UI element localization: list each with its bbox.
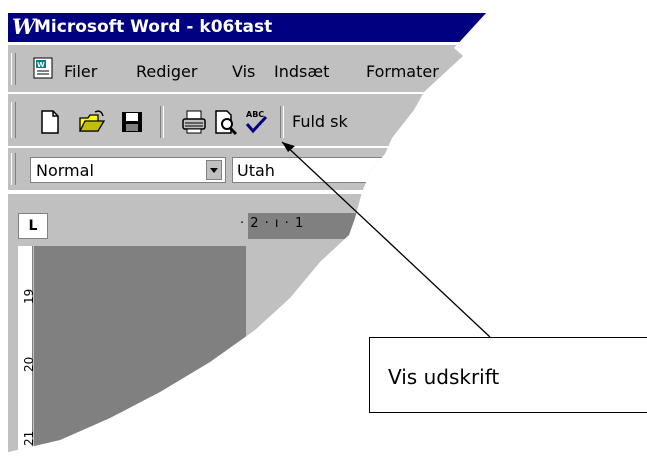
document-menu-icon[interactable]: W <box>32 56 56 80</box>
svg-text:ABC: ABC <box>246 110 264 119</box>
style-dropdown-arrow[interactable] <box>206 160 222 180</box>
tab-selector-button[interactable]: L <box>18 213 48 239</box>
print-icon[interactable] <box>180 108 208 136</box>
toolbar-separator <box>160 106 164 138</box>
save-icon[interactable] <box>118 108 146 136</box>
formatting-toolbar-grip[interactable] <box>11 153 16 185</box>
svg-text:W: W <box>37 61 45 69</box>
spelling-check-icon[interactable]: ABC <box>242 108 270 136</box>
word-logo-icon: W <box>12 14 36 39</box>
menu-bar-grip[interactable] <box>11 53 16 85</box>
menu-indsaet[interactable]: Indsæt <box>274 62 329 81</box>
print-preview-icon[interactable] <box>212 108 240 136</box>
toolbar-separator <box>280 106 284 138</box>
menu-filer[interactable]: Filer <box>64 62 97 81</box>
window-title: Microsoft Word - k06tast <box>34 17 273 37</box>
page-area <box>34 246 246 454</box>
callout-label: Vis udskrift <box>388 365 500 389</box>
menu-rediger[interactable]: Rediger <box>136 62 197 81</box>
menu-formater[interactable]: Formater <box>366 62 439 81</box>
style-dropdown-value: Normal <box>36 161 94 180</box>
toolbar-grip[interactable] <box>11 102 16 138</box>
fullscreen-button[interactable]: Fuld sk <box>292 112 348 131</box>
open-folder-icon[interactable] <box>78 108 106 136</box>
chevron-down-icon <box>210 168 218 173</box>
menu-vis[interactable]: Vis <box>232 62 255 81</box>
font-dropdown-value: Utah <box>237 161 275 180</box>
new-document-icon[interactable] <box>36 108 64 136</box>
horizontal-ruler-labels: · 2 · ı · 1 <box>240 216 305 231</box>
